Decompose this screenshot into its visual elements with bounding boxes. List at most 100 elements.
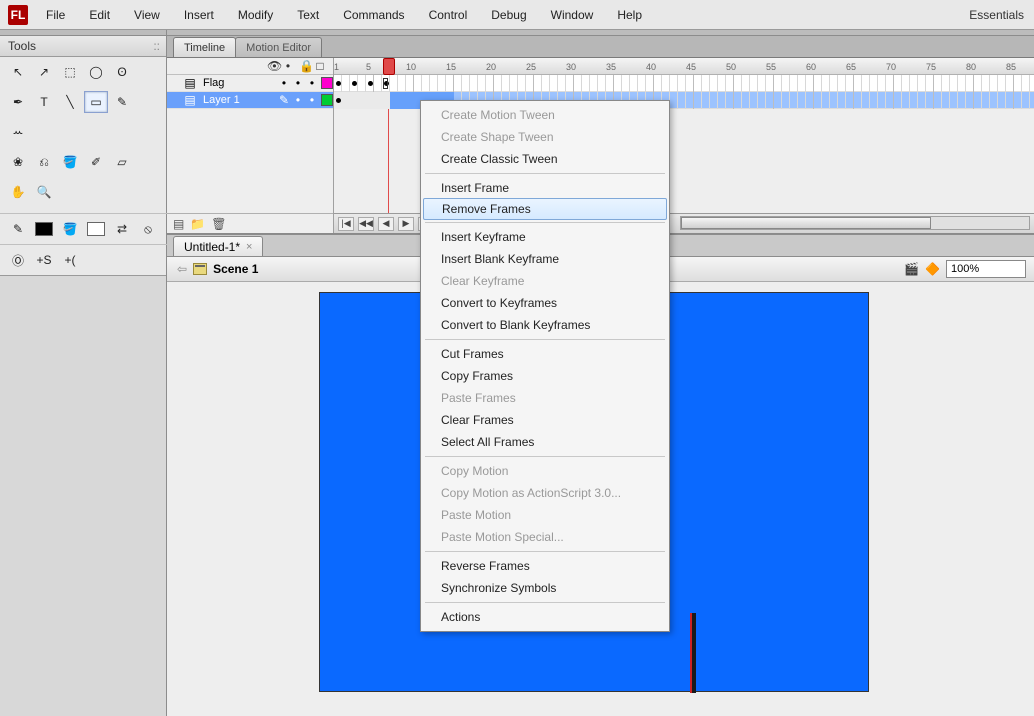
layers-footer: ▤ 📁 🗑 — [167, 213, 333, 233]
menu-window[interactable]: Window — [547, 4, 598, 26]
ruler-mark: 20 — [486, 58, 496, 75]
layer-dot[interactable]: • — [293, 76, 303, 90]
brush-tool[interactable]: ꕀ — [6, 121, 30, 143]
dot-column-icon[interactable]: • — [283, 59, 293, 73]
menu-file[interactable]: File — [42, 4, 69, 26]
menu-edit[interactable]: Edit — [85, 4, 114, 26]
menu-control[interactable]: Control — [425, 4, 472, 26]
close-tab-icon[interactable]: × — [246, 241, 252, 253]
pen-tool[interactable]: ✒ — [6, 91, 30, 113]
layer-lock-dot[interactable]: • — [307, 76, 317, 90]
line-tool[interactable]: ╲ — [58, 91, 82, 113]
ctx-convert-to-blank-keyframes[interactable]: Convert to Blank Keyframes — [421, 314, 669, 336]
keyframe-dot[interactable] — [336, 81, 341, 86]
bone-tool[interactable]: ⎌ — [32, 151, 56, 173]
layer-outline-swatch[interactable] — [321, 94, 333, 106]
zoom-input[interactable]: 100% — [946, 260, 1026, 278]
pencil-tool[interactable]: ✎ — [110, 91, 134, 113]
tab-motion-editor[interactable]: Motion Editor — [235, 37, 322, 57]
zoom-tool[interactable]: 🔍 — [32, 181, 56, 203]
text-tool[interactable]: T — [32, 91, 56, 113]
fill-color-icon: 🪣 — [58, 218, 82, 240]
keyframe-dot[interactable] — [368, 81, 373, 86]
layer-visibility-dot[interactable]: • — [279, 76, 289, 90]
nav-back-icon[interactable]: ◀ — [378, 217, 394, 231]
subselection-tool[interactable]: ↗ — [32, 61, 56, 83]
ctx-insert-keyframe[interactable]: Insert Keyframe — [421, 226, 669, 248]
edit-scene-icon[interactable]: 🎬 — [904, 262, 919, 276]
document-tab-untitled[interactable]: Untitled-1* × — [173, 236, 263, 256]
timeline-horizontal-scrollbar[interactable] — [680, 216, 1030, 230]
nav-play-icon[interactable]: ▶ — [398, 217, 414, 231]
scene-back-icon[interactable]: ⇦ — [177, 262, 187, 276]
selection-tool[interactable]: ↖ — [6, 61, 30, 83]
paint-bucket-tool[interactable]: 🪣 — [58, 151, 82, 173]
tools-panel-header[interactable]: Tools :: — [0, 36, 166, 57]
straighten-icon[interactable]: +( — [58, 249, 82, 271]
ctx-insert-frame[interactable]: Insert Frame — [421, 177, 669, 199]
menu-modify[interactable]: Modify — [234, 4, 277, 26]
timeline-ruler[interactable]: 1510152025303540455055606570758085 — [334, 58, 1034, 75]
no-color-icon[interactable]: ⦸ — [136, 218, 160, 240]
fill-color-swatch[interactable] — [84, 218, 108, 240]
workspace-switcher[interactable]: Essentials — [969, 8, 1024, 22]
stroke-color-swatch[interactable] — [32, 218, 56, 240]
layer-row-flag[interactable]: ▤ Flag • • • — [167, 75, 333, 92]
keyframe-dot[interactable] — [352, 81, 357, 86]
layer-row-layer1[interactable]: ▤ Layer 1 ✎ • • — [167, 92, 333, 109]
menu-commands[interactable]: Commands — [339, 4, 408, 26]
layer-name: Flag — [201, 77, 275, 89]
free-transform-tool[interactable]: ⬚ — [58, 61, 82, 83]
ctx-actions[interactable]: Actions — [421, 606, 669, 628]
nav-first-icon[interactable]: |◀ — [338, 217, 354, 231]
tab-timeline[interactable]: Timeline — [173, 37, 236, 57]
lock-column-icon[interactable]: 🔒 — [299, 59, 309, 73]
delete-layer-icon[interactable]: 🗑 — [211, 217, 226, 231]
ctx-cut-frames[interactable]: Cut Frames — [421, 343, 669, 365]
deco-tool[interactable]: ❀ — [6, 151, 30, 173]
lasso-tool[interactable]: ʘ — [110, 61, 134, 83]
color-tools: ✎ 🪣 ⇄ ⦸ — [0, 213, 167, 244]
scene-label[interactable]: Scene 1 — [213, 262, 258, 276]
ctx-convert-to-keyframes[interactable]: Convert to Keyframes — [421, 292, 669, 314]
eyedropper-tool[interactable]: ✐ — [84, 151, 108, 173]
frame-row-flag[interactable] — [334, 75, 1034, 92]
3d-rotation-tool[interactable]: ◯ — [84, 61, 108, 83]
swap-colors-icon[interactable]: ⇄ — [110, 218, 134, 240]
layer-outline-swatch[interactable] — [321, 77, 333, 89]
ctx-synchronize-symbols[interactable]: Synchronize Symbols — [421, 577, 669, 599]
ctx-create-classic-tween[interactable]: Create Classic Tween — [421, 148, 669, 170]
playhead[interactable] — [383, 58, 395, 75]
outline-column-icon[interactable]: □ — [315, 59, 325, 73]
ctx-copy-frames[interactable]: Copy Frames — [421, 365, 669, 387]
new-layer-icon[interactable]: ▤ — [173, 217, 184, 231]
layer-edit-icon[interactable]: ✎ — [279, 93, 289, 107]
menu-help[interactable]: Help — [613, 4, 646, 26]
ctx-select-all-frames[interactable]: Select All Frames — [421, 431, 669, 453]
nav-prev-icon[interactable]: ◀◀ — [358, 217, 374, 231]
ruler-mark: 45 — [686, 58, 696, 75]
scene-icon — [193, 263, 207, 275]
layer-lock-dot[interactable]: • — [307, 93, 317, 107]
layer-visibility-dot[interactable]: • — [293, 93, 303, 107]
ctx-reverse-frames[interactable]: Reverse Frames — [421, 555, 669, 577]
ctx-clear-frames[interactable]: Clear Frames — [421, 409, 669, 431]
rectangle-tool[interactable]: ▭ — [84, 91, 108, 113]
ctx-paste-frames: Paste Frames — [421, 387, 669, 409]
menu-debug[interactable]: Debug — [487, 4, 530, 26]
menu-view[interactable]: View — [130, 4, 164, 26]
snap-to-objects-icon[interactable]: Ⓞ — [6, 249, 30, 271]
eye-column-icon[interactable]: 👁 — [267, 59, 277, 73]
hand-tool[interactable]: ✋ — [6, 181, 30, 203]
ctx-insert-blank-keyframe[interactable]: Insert Blank Keyframe — [421, 248, 669, 270]
timeline-scrollbar-thumb[interactable] — [681, 217, 931, 229]
edit-symbols-icon[interactable]: 🔶 — [925, 262, 940, 276]
flagpole-shape[interactable] — [690, 613, 696, 693]
ctx-remove-frames[interactable]: Remove Frames — [423, 198, 667, 220]
new-folder-icon[interactable]: 📁 — [190, 217, 205, 231]
menu-text[interactable]: Text — [293, 4, 323, 26]
smooth-icon[interactable]: +S — [32, 249, 56, 271]
keyframe-dot[interactable] — [336, 98, 341, 103]
menu-insert[interactable]: Insert — [180, 4, 218, 26]
eraser-tool[interactable]: ▱ — [110, 151, 134, 173]
